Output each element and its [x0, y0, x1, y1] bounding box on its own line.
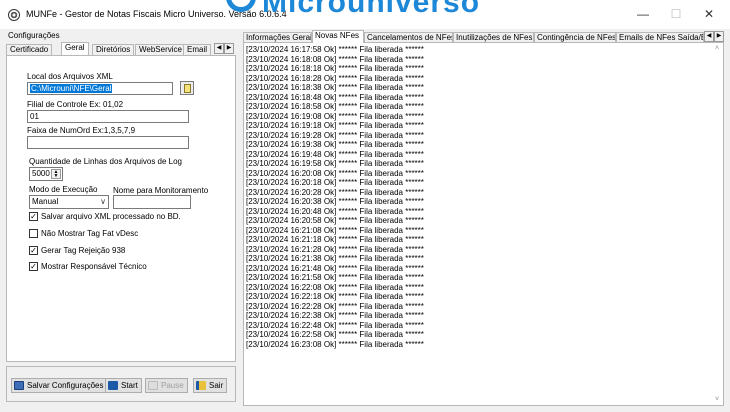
- log-line: [23/10/2024 16:18:28 Ok] ****** Fila lib…: [246, 73, 424, 83]
- log-line: [23/10/2024 16:21:58 Ok] ****** Fila lib…: [246, 273, 424, 282]
- monitor-name-input[interactable]: [113, 195, 191, 209]
- log-line: [23/10/2024 16:18:38 Ok] ****** Fila lib…: [246, 83, 424, 92]
- log-line: [23/10/2024 16:22:18 Ok] ****** Fila lib…: [246, 292, 424, 301]
- config-geral-panel: Local dos Arquivos XML C:\Microuni\NFE\G…: [6, 55, 236, 362]
- config-tabs: Certificado Geral Diretórios WebService …: [6, 42, 236, 55]
- checkbox-checked-icon[interactable]: ✓: [29, 246, 38, 255]
- faixa-input[interactable]: [27, 136, 189, 149]
- chevron-down-icon: ∨: [100, 197, 106, 206]
- minimize-button[interactable]: —: [628, 4, 658, 24]
- log-line: [23/10/2024 16:19:48 Ok] ****** Fila lib…: [246, 149, 424, 159]
- pause-icon: [148, 381, 158, 390]
- config-pane: Configurações Certificado Geral Diretóri…: [4, 30, 236, 406]
- log-line: [23/10/2024 16:21:08 Ok] ****** Fila lib…: [246, 225, 424, 235]
- browse-folder-button[interactable]: [180, 81, 194, 95]
- log-line: [23/10/2024 16:17:58 Ok] ****** Fila lib…: [246, 45, 424, 54]
- tab-scroll-right-icon[interactable]: ▶: [224, 43, 234, 54]
- log-line: [23/10/2024 16:21:28 Ok] ****** Fila lib…: [246, 244, 424, 254]
- log-line: [23/10/2024 16:23:08 Ok] ****** Fila lib…: [246, 339, 424, 349]
- action-bar: Salvar Configurações Start Pause Sair: [6, 366, 236, 402]
- log-line: [23/10/2024 16:22:28 Ok] ****** Fila lib…: [246, 301, 424, 311]
- log-scrollbar[interactable]: ˄ ˅: [712, 44, 722, 404]
- chk-responsavel-tecnico[interactable]: ✓ Mostrar Responsável Técnico: [29, 262, 147, 271]
- exit-button[interactable]: Sair: [193, 378, 228, 393]
- log-line: [23/10/2024 16:19:28 Ok] ****** Fila lib…: [246, 130, 424, 140]
- close-button[interactable]: ✕: [694, 4, 724, 24]
- tab-email[interactable]: Email: [183, 44, 212, 55]
- maximize-button[interactable]: ☐: [661, 4, 691, 24]
- log-line: [23/10/2024 16:20:48 Ok] ****** Fila lib…: [246, 206, 424, 216]
- play-icon: [108, 381, 118, 390]
- filial-input[interactable]: 01: [27, 110, 189, 123]
- log-panel: [23/10/2024 16:17:58 Ok] ****** Fila lib…: [243, 42, 724, 406]
- log-line: [23/10/2024 16:22:08 Ok] ****** Fila lib…: [246, 282, 424, 292]
- checkbox-checked-icon[interactable]: ✓: [29, 262, 38, 271]
- title-bar: MUNFe - Gestor de Notas Fiscais Micro Un…: [0, 0, 730, 29]
- log-line: [23/10/2024 16:21:48 Ok] ****** Fila lib…: [246, 263, 424, 273]
- pause-button[interactable]: Pause: [145, 378, 188, 393]
- tab-scroll-left-icon[interactable]: ◀: [214, 43, 224, 54]
- config-tabs-scroll[interactable]: ◀ ▶: [214, 43, 234, 54]
- tab-scroll-left-icon[interactable]: ◀: [704, 31, 714, 42]
- brand-logo-text: Microuniverso: [262, 0, 481, 19]
- tab-certificado[interactable]: Certificado: [6, 44, 53, 55]
- xml-dir-label: Local dos Arquivos XML: [27, 72, 113, 81]
- config-caption: Configurações: [8, 31, 60, 40]
- log-line: [23/10/2024 16:20:38 Ok] ****** Fila lib…: [246, 197, 424, 206]
- folder-icon: [184, 84, 191, 93]
- scroll-down-icon[interactable]: ˅: [712, 396, 722, 403]
- log-line: [23/10/2024 16:20:08 Ok] ****** Fila lib…: [246, 168, 424, 178]
- tab-webservice[interactable]: WebService: [135, 44, 186, 55]
- log-line: [23/10/2024 16:18:18 Ok] ****** Fila lib…: [246, 64, 424, 73]
- log-line: [23/10/2024 16:18:08 Ok] ****** Fila lib…: [246, 54, 424, 64]
- log-line: [23/10/2024 16:20:58 Ok] ****** Fila lib…: [246, 216, 424, 225]
- log-line: [23/10/2024 16:20:18 Ok] ****** Fila lib…: [246, 178, 424, 187]
- log-line: [23/10/2024 16:19:08 Ok] ****** Fila lib…: [246, 111, 424, 121]
- exec-mode-select[interactable]: Manual ∨: [29, 195, 109, 209]
- chk-save-xml-bd[interactable]: ✓ Salvar arquivo XML processado no BD.: [29, 212, 181, 221]
- chk-tag-rejeicao-938[interactable]: ✓ Gerar Tag Rejeição 938: [29, 246, 125, 255]
- checkbox-checked-icon[interactable]: ✓: [29, 212, 38, 221]
- log-pane: Informações Gerais Novas NFes Cancelamen…: [243, 30, 724, 406]
- log-line: [23/10/2024 16:22:48 Ok] ****** Fila lib…: [246, 320, 424, 330]
- app-icon: [8, 9, 20, 21]
- log-line: [23/10/2024 16:19:38 Ok] ****** Fila lib…: [246, 140, 424, 149]
- log-line: [23/10/2024 16:21:38 Ok] ****** Fila lib…: [246, 254, 424, 263]
- log-line: [23/10/2024 16:18:58 Ok] ****** Fila lib…: [246, 102, 424, 111]
- save-config-button[interactable]: Salvar Configurações: [11, 378, 108, 393]
- log-line: [23/10/2024 16:22:38 Ok] ****** Fila lib…: [246, 311, 424, 320]
- log-line: [23/10/2024 16:19:58 Ok] ****** Fila lib…: [246, 159, 424, 168]
- log-line: [23/10/2024 16:21:18 Ok] ****** Fila lib…: [246, 235, 424, 244]
- start-button[interactable]: Start: [105, 378, 142, 393]
- tab-geral[interactable]: Geral: [61, 42, 89, 55]
- log-lines-stepper[interactable]: 5000 ▲ ▼: [29, 167, 63, 181]
- scroll-up-icon[interactable]: ˄: [712, 45, 722, 52]
- checkbox-unchecked-icon[interactable]: [29, 229, 38, 238]
- log-line: [23/10/2024 16:22:58 Ok] ****** Fila lib…: [246, 330, 424, 339]
- log-lines-label: Quantidade de Linhas dos Arquivos de Log: [29, 157, 183, 166]
- faixa-label: Faixa de NumOrd Ex:1,3,5,7,9: [27, 126, 136, 135]
- log-textarea[interactable]: [23/10/2024 16:17:58 Ok] ****** Fila lib…: [246, 45, 712, 403]
- tab-scroll-right-icon[interactable]: ▶: [714, 31, 724, 42]
- filial-label: Filial de Controle Ex: 01,02: [27, 100, 124, 109]
- save-icon: [14, 381, 24, 390]
- tab-diretorios[interactable]: Diretórios: [92, 44, 135, 55]
- exec-mode-label: Modo de Execução: [29, 185, 98, 194]
- chk-hide-tag-fat-vdesc[interactable]: Não Mostrar Tag Fat vDesc: [29, 229, 138, 238]
- monitor-name-label: Nome para Monitoramento: [113, 186, 209, 195]
- xml-dir-input[interactable]: C:\Microuni\NFE\Geral: [27, 82, 173, 95]
- log-line: [23/10/2024 16:19:18 Ok] ****** Fila lib…: [246, 121, 424, 130]
- log-line: [23/10/2024 16:20:28 Ok] ****** Fila lib…: [246, 187, 424, 197]
- log-tabs-scroll[interactable]: ◀ ▶: [704, 31, 724, 42]
- spin-updown-icon[interactable]: ▲ ▼: [51, 169, 61, 179]
- tab-novas-nfes[interactable]: Novas NFes: [312, 30, 364, 43]
- log-line: [23/10/2024 16:18:48 Ok] ****** Fila lib…: [246, 92, 424, 102]
- exit-door-icon: [196, 381, 206, 390]
